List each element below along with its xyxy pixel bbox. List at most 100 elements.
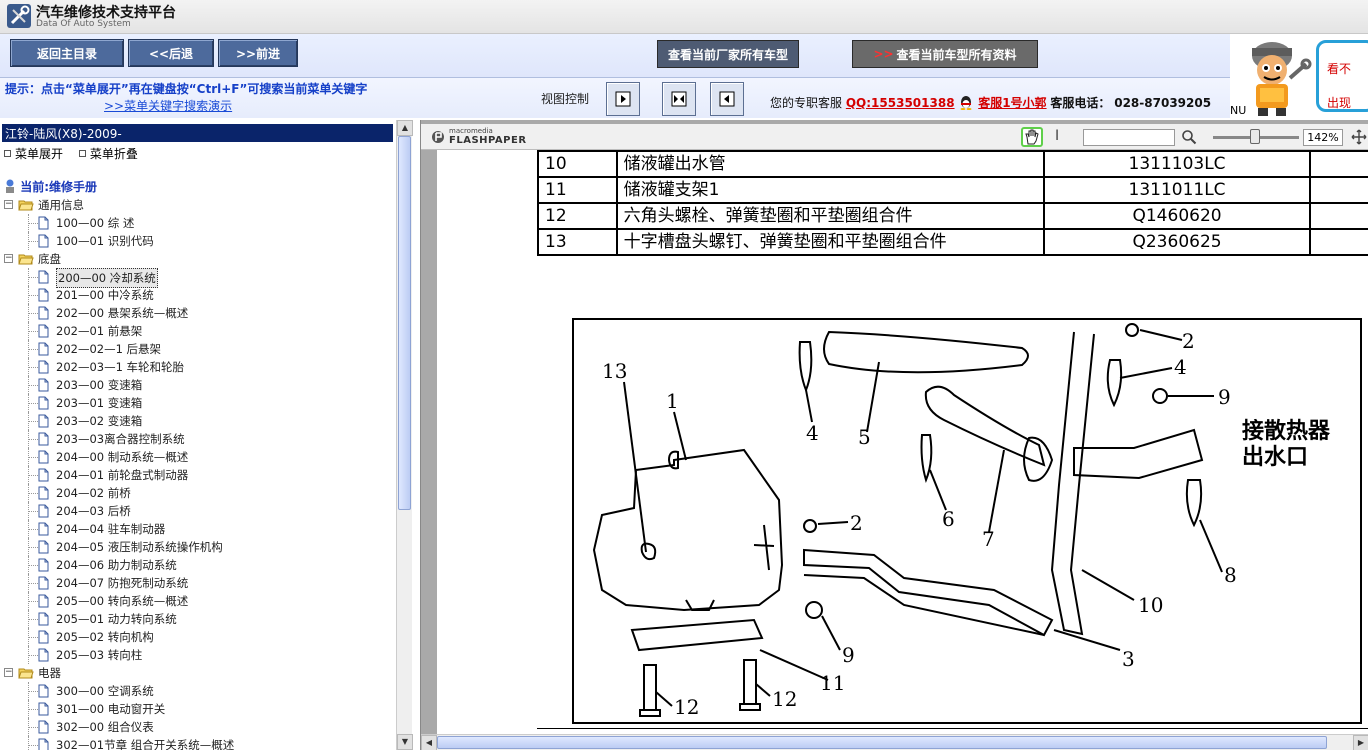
viewer-horizontal-scrollbar[interactable]: ◀ ▶ <box>421 734 1368 750</box>
menu-tree: − 通用信息 100—00 综 述 100—01 识别代码 − 底盘 200—00 冷却系统… <box>0 196 394 750</box>
document-icon <box>38 594 49 608</box>
menu-expand-button[interactable]: 菜单展开 <box>4 147 63 161</box>
tree-item[interactable]: 201—00 中冷系统 <box>0 286 394 304</box>
tree-item[interactable]: 204—07 防抱死制动系统 <box>0 574 394 592</box>
tree-folder[interactable]: − 通用信息 <box>0 196 394 214</box>
menu-scroll-thumb[interactable] <box>398 136 411 510</box>
tree-guide-line <box>28 457 38 458</box>
tree-item[interactable]: 204—02 前桥 <box>0 484 394 502</box>
support-label: 您的专职客服 <box>770 96 843 110</box>
part-code-cell: 1311103LC <box>1042 150 1312 178</box>
tree-item[interactable]: 100—01 识别代码 <box>0 232 394 250</box>
tree-item-label: 205—01 动力转向系统 <box>56 612 177 626</box>
hand-tool-button[interactable] <box>1021 127 1043 147</box>
tree-item[interactable]: 204—03 后桥 <box>0 502 394 520</box>
back-to-main-button[interactable]: 返回主目录 <box>10 39 124 67</box>
tree-item-label: 204—04 驻车制动器 <box>56 522 166 536</box>
expand-square-icon <box>4 150 11 157</box>
menu-collapse-button[interactable]: 菜单折叠 <box>78 147 138 161</box>
qq-penguin-icon[interactable] <box>958 94 974 110</box>
phone-label: 客服电话： <box>1050 96 1111 110</box>
collapse-toggle-icon[interactable]: − <box>4 200 13 209</box>
view-all-models-button[interactable]: 查看当前厂家所有车型 <box>657 40 799 68</box>
tree-item[interactable]: 204—06 助力制动系统 <box>0 556 394 574</box>
tree-item[interactable]: 205—03 转向柱 <box>0 646 394 664</box>
document-search-input[interactable] <box>1083 129 1175 146</box>
qq-link[interactable]: QQ:1553501388 <box>846 96 955 110</box>
ad-banner[interactable]: 看不 出现 NU <box>1230 34 1368 118</box>
collapse-toggle-icon[interactable]: − <box>4 668 13 677</box>
tree-guide-line <box>28 349 38 350</box>
fit-page-icon[interactable] <box>1351 129 1367 145</box>
view-all-docs-button[interactable]: >> 查看当前车型所有资料 <box>852 40 1038 68</box>
tree-item[interactable]: 204—04 驻车制动器 <box>0 520 394 538</box>
tree-guide-line <box>28 241 38 242</box>
scroll-down-arrow[interactable]: ▼ <box>397 734 413 750</box>
callout-number: 4 <box>1174 355 1187 379</box>
search-demo-link[interactable]: >>菜单关键字搜索演示 <box>104 97 232 114</box>
view-expand-right-button[interactable] <box>606 82 640 116</box>
tree-item[interactable]: 202—03—1 车轮和轮胎 <box>0 358 394 376</box>
exploded-view-drawing: 1314 52496728109 31112 12 接散热器 出水口 <box>592 323 1331 719</box>
tree-folder[interactable]: − 电器 <box>0 664 394 682</box>
tree-item[interactable]: 200—00 冷却系统 <box>0 268 394 288</box>
view-expand-left-button[interactable] <box>710 82 744 116</box>
cooling-system-diagram: 13 1 4 5 2 4 9 6 7 2 8 10 9 3 11 12 12 接散热器 出水口 <box>572 318 1362 724</box>
document-icon <box>38 720 49 734</box>
tree-item[interactable]: 302—01节章 组合开关系统—概述 <box>0 736 394 750</box>
forward-button[interactable]: >>前进 <box>218 39 298 67</box>
search-icon[interactable] <box>1181 129 1197 145</box>
zoom-level-field[interactable]: 142% <box>1303 129 1343 146</box>
tree-item[interactable]: 204—05 液压制动系统操作机构 <box>0 538 394 556</box>
tree-item[interactable]: 301—00 电动窗开关 <box>0 700 394 718</box>
current-manual: 当前:维修手册 <box>4 178 97 195</box>
scroll-right-arrow[interactable]: ▶ <box>1353 735 1368 750</box>
table-blank-cell <box>1309 228 1368 256</box>
tree-item[interactable]: 205—02 转向机构 <box>0 628 394 646</box>
callout-number: 9 <box>842 643 855 667</box>
tree-guide-line <box>28 736 29 750</box>
tree-item[interactable]: 204—01 前轮盘式制动器 <box>0 466 394 484</box>
tree-item[interactable]: 100—00 综 述 <box>0 214 394 232</box>
tree-item[interactable]: 202—00 悬架系统—概述 <box>0 304 394 322</box>
tree-item[interactable]: 205—00 转向系统—概述 <box>0 592 394 610</box>
current-manual-label: 当前:维修手册 <box>20 180 97 194</box>
tree-item[interactable]: 300—00 空调系统 <box>0 682 394 700</box>
tree-folder[interactable]: − 底盘 <box>0 250 394 268</box>
document-icon <box>38 684 49 698</box>
hint-text: 提示：点击“菜单展开”再在键盘按“Ctrl+F”可搜索当前菜单关键字 <box>5 82 368 96</box>
support-agent-link[interactable]: 客服1号小郭 <box>978 96 1046 110</box>
tree-guide-line <box>28 583 38 584</box>
document-icon <box>38 234 49 248</box>
tree-item[interactable]: 203—01 变速箱 <box>0 394 394 412</box>
model-selector[interactable]: 江铃-陆风(X8)-2009- <box>2 124 393 142</box>
part-code-cell: 1311011LC <box>1042 176 1312 204</box>
tree-item-label: 204—06 助力制动系统 <box>56 558 177 572</box>
flashpaper-logo-icon <box>432 131 444 143</box>
title-bar: 汽车维修技术支持平台 Data Of Auto System <box>0 0 1368 34</box>
back-button[interactable]: <<后退 <box>128 39 214 67</box>
tree-item[interactable]: 203—02 变速箱 <box>0 412 394 430</box>
tree-item[interactable]: 202—01 前悬架 <box>0 322 394 340</box>
viewer-scroll-thumb[interactable] <box>437 736 1327 749</box>
callout-number: 2 <box>1182 329 1195 353</box>
menu-scrollbar[interactable]: ▲ ▼ <box>396 120 413 750</box>
double-chevron-icon: >> <box>873 47 894 61</box>
text-select-tool-button[interactable]: I <box>1055 128 1059 144</box>
tree-item[interactable]: 205—01 动力转向系统 <box>0 610 394 628</box>
document-icon <box>38 540 49 554</box>
flashpaper-brand-top: macromedia <box>449 127 493 135</box>
zoom-slider-knob[interactable] <box>1250 129 1260 144</box>
tree-item[interactable]: 203—00 变速箱 <box>0 376 394 394</box>
tree-item[interactable]: 202—02—1 后悬架 <box>0 340 394 358</box>
collapse-toggle-icon[interactable]: − <box>4 254 13 263</box>
document-icon <box>38 576 49 590</box>
scroll-up-arrow[interactable]: ▲ <box>397 120 413 136</box>
part-name-cell: 六角头螺栓、弹簧垫圈和平垫圈组合件 <box>615 202 1045 230</box>
tree-item[interactable]: 204—00 制动系统—概述 <box>0 448 394 466</box>
scroll-left-arrow[interactable]: ◀ <box>421 735 437 750</box>
tree-item[interactable]: 203—03离合器控制系统 <box>0 430 394 448</box>
view-split-button[interactable] <box>662 82 696 116</box>
folder-open-icon <box>18 254 34 265</box>
tree-item[interactable]: 302—00 组合仪表 <box>0 718 394 736</box>
